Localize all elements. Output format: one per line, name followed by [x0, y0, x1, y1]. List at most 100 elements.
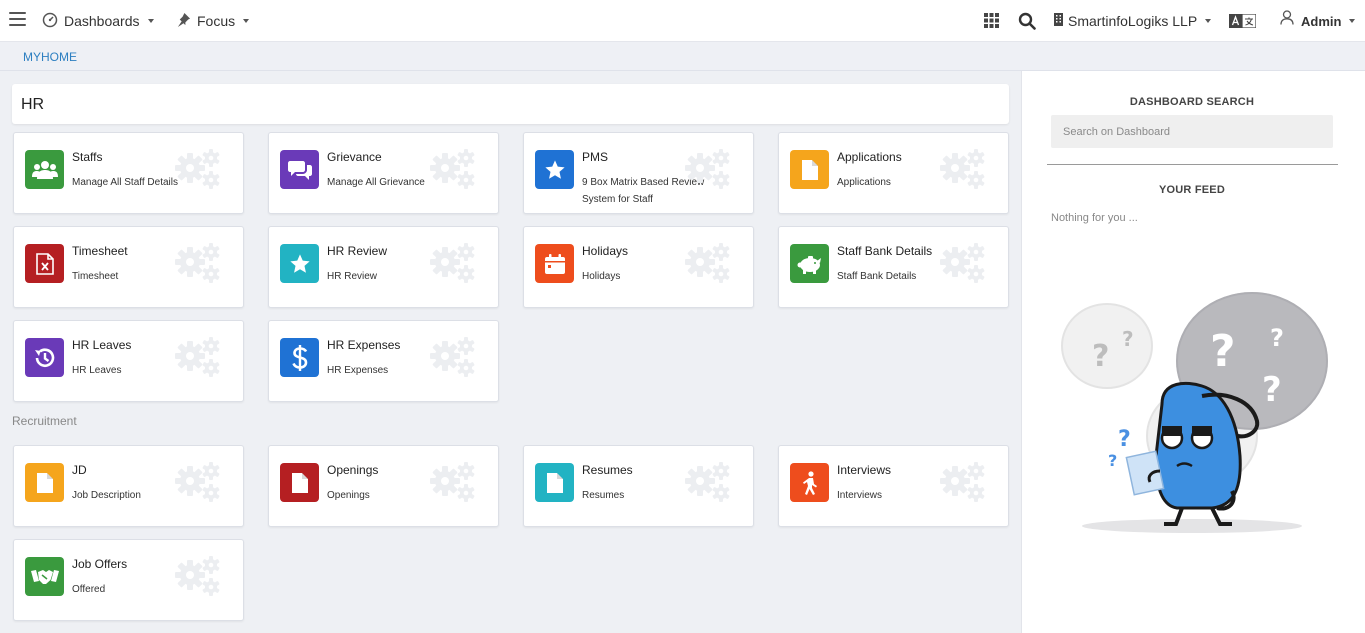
- card-title: PMS: [582, 150, 609, 164]
- user-icon: [1280, 10, 1294, 28]
- gear-icon: [685, 462, 730, 502]
- search-icon[interactable]: [1018, 12, 1036, 35]
- gear-icon: [683, 243, 733, 290]
- users-icon: [25, 150, 64, 189]
- gear-icon: [938, 462, 988, 509]
- dashboard-search-heading: DASHBOARD SEARCH: [1129, 96, 1255, 108]
- card-title: Applications: [837, 150, 902, 164]
- hamburger-menu-icon[interactable]: [9, 12, 26, 26]
- card-holidays[interactable]: Holidays Holidays: [523, 226, 754, 308]
- user-label: Admin: [1301, 13, 1342, 29]
- gear-icon: [685, 243, 730, 283]
- divider: [1047, 164, 1338, 165]
- gear-icon: [175, 556, 220, 596]
- gear-icon: [428, 462, 478, 509]
- card-title: JD: [72, 463, 87, 477]
- svg-text:?: ?: [1262, 370, 1282, 410]
- document-icon: [280, 463, 319, 502]
- star-icon: [280, 244, 319, 283]
- card-resumes[interactable]: Resumes Resumes: [523, 445, 754, 527]
- svg-text:?: ?: [1118, 427, 1131, 452]
- gear-icon: [175, 149, 220, 189]
- svg-text:?: ?: [1092, 339, 1109, 374]
- gear-icon: [938, 243, 988, 290]
- card-openings[interactable]: Openings Openings: [268, 445, 499, 527]
- card-applications[interactable]: Applications Applications: [778, 132, 1009, 214]
- card-title: Holidays: [582, 244, 629, 258]
- card-title: Interviews: [837, 463, 892, 477]
- card-hr-leaves[interactable]: HR Leaves HR Leaves: [13, 320, 244, 402]
- card-staff-bank-details[interactable]: Staff Bank Details Staff Bank Details: [778, 226, 1009, 308]
- gear-icon: [173, 243, 223, 290]
- gear-icon: [173, 556, 223, 603]
- company-menu[interactable]: SmartinfoLogiks LLP: [1054, 10, 1212, 32]
- card-title: HR Leaves: [72, 338, 132, 352]
- card-title: HR Review: [327, 244, 388, 258]
- card-grievance[interactable]: Grievance Manage All Grievance: [268, 132, 499, 214]
- card-hr-expenses[interactable]: HR Expenses HR Expenses: [268, 320, 499, 402]
- dollar-icon: [280, 338, 319, 377]
- document-icon: [790, 150, 829, 189]
- card-title: Resumes: [582, 463, 633, 477]
- gear-icon: [428, 337, 478, 384]
- your-feed-heading: YOUR FEED: [1159, 184, 1225, 196]
- dashboard-main: HR Staffs Manage All Staff Details Grievan…: [0, 71, 1021, 633]
- right-sidebar: DASHBOARD SEARCH YOUR FEED Nothing for y…: [1021, 71, 1365, 633]
- pushpin-icon: [176, 12, 191, 30]
- document-icon: [535, 463, 574, 502]
- breadcrumb-myhome[interactable]: MYHOME: [23, 50, 77, 64]
- user-menu[interactable]: Admin: [1280, 10, 1356, 32]
- history-icon: [25, 338, 64, 377]
- company-label: SmartinfoLogiks LLP: [1068, 13, 1198, 29]
- recruitment-heading: Recruitment: [12, 414, 77, 428]
- gear-icon: [430, 243, 475, 283]
- piggy-bank-icon: [790, 244, 829, 283]
- gear-icon: [430, 462, 475, 502]
- card-interviews[interactable]: Interviews Interviews: [778, 445, 1009, 527]
- card-title: Openings: [327, 463, 379, 477]
- gear-icon: [683, 149, 733, 196]
- gear-icon: [175, 243, 220, 283]
- gear-icon: [430, 149, 475, 189]
- card-title: Staff Bank Details: [837, 244, 933, 258]
- card-title: HR Expenses: [327, 338, 401, 352]
- card-hr-review[interactable]: HR Review HR Review: [268, 226, 499, 308]
- card-pms[interactable]: PMS 9 Box Matrix Based Review System for …: [523, 132, 754, 214]
- gear-icon: [428, 243, 478, 290]
- gear-icon: [683, 462, 733, 509]
- speedometer-icon: [42, 12, 58, 31]
- dashboard-search-input[interactable]: [1051, 115, 1333, 148]
- card-jd[interactable]: JD Job Description: [13, 445, 244, 527]
- svg-text:?: ?: [1122, 327, 1134, 351]
- gear-icon: [173, 337, 223, 384]
- card-title: Grievance: [327, 150, 382, 164]
- chevron-down-icon: [1349, 19, 1356, 23]
- card-title: Staffs: [72, 150, 103, 164]
- translate-icon[interactable]: [1229, 13, 1257, 33]
- walking-icon: [790, 463, 829, 502]
- apps-grid-icon[interactable]: [984, 13, 999, 33]
- svg-text:?: ?: [1108, 451, 1117, 470]
- chevron-down-icon: [1205, 19, 1212, 23]
- card-timesheet[interactable]: Timesheet Timesheet: [13, 226, 244, 308]
- card-title: Job Offers: [72, 557, 128, 571]
- building-icon: [1054, 13, 1063, 29]
- gear-icon: [940, 243, 985, 283]
- card-staffs[interactable]: Staffs Manage All Staff Details: [13, 132, 244, 214]
- svg-text:?: ?: [1210, 326, 1236, 377]
- chevron-down-icon: [147, 19, 154, 23]
- card-title: Timesheet: [72, 244, 128, 258]
- gear-icon: [173, 462, 223, 509]
- gear-icon: [685, 149, 730, 189]
- gear-icon: [940, 462, 985, 502]
- top-navbar: Dashboards Focus SmartinfoLogiks LLP Adm…: [0, 0, 1365, 42]
- breadcrumb-bar: MYHOME: [0, 42, 1365, 71]
- excel-file-icon: [25, 244, 64, 283]
- card-job-offers[interactable]: Job Offers Offered: [13, 539, 244, 621]
- gear-icon: [940, 149, 985, 189]
- focus-menu[interactable]: Focus: [176, 10, 250, 32]
- gear-icon: [175, 462, 220, 502]
- gear-icon: [175, 337, 220, 377]
- focus-label: Focus: [197, 13, 236, 29]
- dashboards-menu[interactable]: Dashboards: [42, 10, 154, 32]
